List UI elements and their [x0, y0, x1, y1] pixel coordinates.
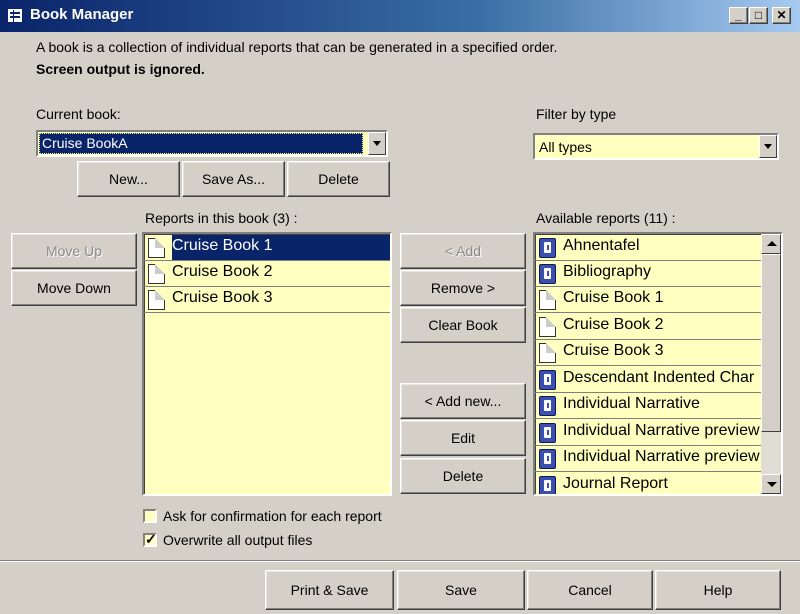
list-item[interactable]: Cruise Book 2 — [144, 261, 390, 287]
current-book-label: Current book: — [36, 106, 121, 122]
description-line1: A book is a collection of individual rep… — [36, 39, 558, 55]
clear-book-button[interactable]: Clear Book — [400, 307, 526, 343]
page-icon — [148, 290, 165, 310]
chevron-down-icon[interactable] — [368, 132, 386, 155]
list-item[interactable]: Bibliography — [535, 261, 761, 287]
page-icon — [539, 290, 556, 310]
list-item[interactable]: Journal Report — [535, 473, 761, 494]
window-title: Book Manager — [30, 6, 134, 23]
title-bar[interactable]: Book Manager _ □ ✕ — [0, 0, 800, 32]
print-save-button[interactable]: Print & Save — [265, 570, 394, 610]
book-icon — [539, 396, 556, 416]
page-icon — [148, 264, 165, 284]
cancel-button[interactable]: Cancel — [527, 570, 653, 610]
available-reports-list[interactable]: Ahnentafel Bibliography Cruise Book 1 Cr… — [533, 232, 783, 496]
app-icon — [7, 8, 23, 23]
available-reports-label: Available reports (11) : — [536, 210, 676, 226]
list-item[interactable]: Cruise Book 2 — [535, 314, 761, 340]
remove-button[interactable]: Remove > — [400, 270, 526, 306]
list-item[interactable]: Individual Narrative preview — [535, 420, 761, 446]
close-button[interactable]: ✕ — [772, 7, 791, 24]
filter-select[interactable]: All types — [533, 133, 779, 160]
save-as-button[interactable]: Save As... — [182, 161, 285, 197]
delete-report-button[interactable]: Delete — [400, 458, 526, 494]
save-button[interactable]: Save — [397, 570, 525, 610]
book-icon — [539, 449, 556, 469]
move-down-button[interactable]: Move Down — [11, 270, 137, 306]
current-book-value: Cruise BookA — [42, 135, 128, 151]
list-item[interactable]: Cruise Book 3 — [535, 340, 761, 366]
filter-value: All types — [539, 139, 592, 155]
chevron-down-icon[interactable] — [759, 135, 777, 158]
add-button[interactable]: < Add — [400, 233, 526, 269]
overwrite-checkbox[interactable] — [143, 531, 157, 548]
arrow-down-icon — [767, 482, 777, 487]
edit-button[interactable]: Edit — [400, 420, 526, 456]
reports-in-book-label: Reports in this book (3) : — [145, 210, 298, 226]
maximize-button[interactable]: □ — [749, 7, 768, 24]
new-book-button[interactable]: New... — [77, 161, 180, 197]
book-icon — [539, 476, 556, 494]
list-item[interactable]: Ahnentafel — [535, 235, 761, 261]
description-line2: Screen output is ignored. — [36, 61, 205, 77]
list-item[interactable]: Cruise Book 1 — [535, 287, 761, 313]
overwrite-label: Overwrite all output files — [163, 532, 313, 548]
list-item[interactable]: Cruise Book 3 — [144, 287, 390, 313]
footer-divider — [0, 560, 800, 562]
page-icon — [539, 343, 556, 363]
add-new-button[interactable]: < Add new... — [400, 383, 526, 419]
list-item[interactable]: Individual Narrative — [535, 393, 761, 419]
list-item[interactable]: Descendant Indented Char — [535, 367, 761, 393]
page-icon — [148, 238, 165, 258]
list-item[interactable]: Cruise Book 1 — [144, 235, 390, 261]
delete-book-button[interactable]: Delete — [287, 161, 390, 197]
book-icon — [539, 423, 556, 443]
arrow-up-icon — [767, 241, 777, 246]
maximize-icon: □ — [754, 8, 763, 22]
filter-label: Filter by type — [536, 106, 617, 122]
reports-in-book-list[interactable]: Cruise Book 1 Cruise Book 2 Cruise Book … — [142, 232, 392, 496]
ask-confirmation-label: Ask for confirmation for each report — [163, 508, 382, 524]
current-book-select[interactable]: Cruise BookA — [36, 130, 388, 157]
scroll-up-button[interactable] — [761, 234, 781, 254]
vertical-scrollbar[interactable] — [761, 234, 781, 494]
scroll-thumb[interactable] — [761, 254, 781, 432]
book-icon — [539, 264, 556, 284]
close-icon: ✕ — [776, 8, 787, 22]
page-icon — [539, 317, 556, 337]
scroll-down-button[interactable] — [761, 474, 781, 494]
help-button[interactable]: Help — [655, 570, 781, 610]
ask-confirmation-checkbox[interactable] — [143, 509, 157, 523]
book-icon — [539, 370, 556, 390]
list-item[interactable]: Individual Narrative preview — [535, 446, 761, 472]
minimize-icon: _ — [735, 8, 742, 22]
move-up-button[interactable]: Move Up — [11, 233, 137, 269]
book-icon — [539, 238, 556, 258]
minimize-button[interactable]: _ — [729, 7, 748, 24]
